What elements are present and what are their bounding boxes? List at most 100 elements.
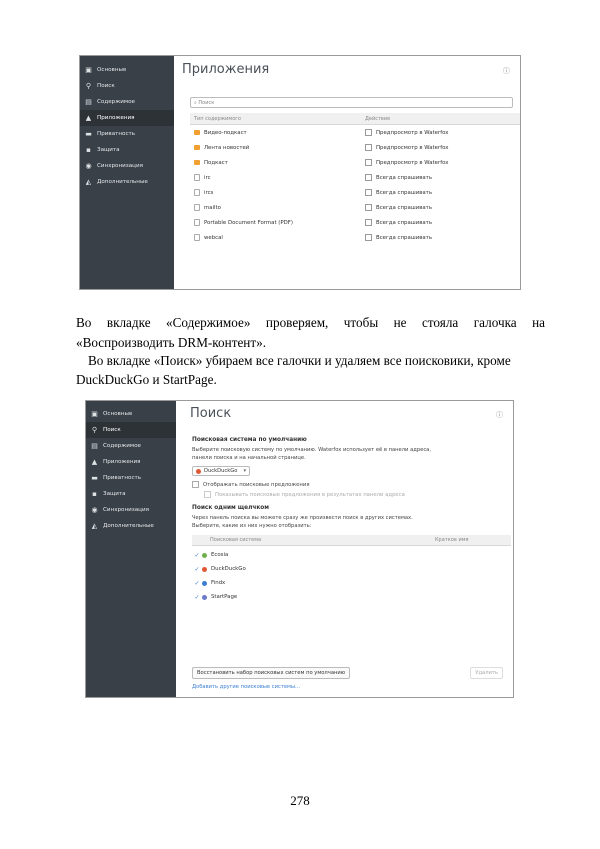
engines-table: Поисковая система Краткое имя ✓ Ecosia ✓ Du… xyxy=(192,535,511,604)
sidebar-item-4[interactable]: ▲ Приложения xyxy=(86,454,176,470)
check-icon[interactable]: ✓ xyxy=(192,566,202,573)
row-action[interactable]: Предпросмотр в Waterfox xyxy=(361,159,448,166)
remove-button[interactable]: Удалить xyxy=(470,667,503,679)
sidebar-item-2[interactable]: ⚲ Поиск xyxy=(86,422,176,438)
suggest-label: Отображать поисковые предложения xyxy=(203,481,310,488)
suggest-sub-checkbox[interactable] xyxy=(204,491,211,498)
suggest-checkbox[interactable] xyxy=(192,481,199,488)
check-icon[interactable]: ✓ xyxy=(192,594,202,601)
home-icon: ▣ xyxy=(85,65,92,74)
row-action-label: Предпросмотр в Waterfox xyxy=(376,129,449,136)
sidebar-item-3[interactable]: ▤ Содержимое xyxy=(86,438,176,454)
engine-row[interactable]: ✓ DuckDuckGo xyxy=(192,562,511,576)
table-row[interactable]: Видео-подкаст Предпросмотр в Waterfox xyxy=(190,125,520,140)
row-action[interactable]: Предпросмотр в Waterfox xyxy=(361,144,448,151)
row-action[interactable]: Всегда спрашивать xyxy=(361,189,432,196)
row-type: webcal xyxy=(190,234,361,241)
lock-icon: ▪ xyxy=(86,145,91,154)
table-row[interactable]: mailto Всегда спрашивать xyxy=(190,200,520,215)
check-icon[interactable]: ✓ xyxy=(192,552,202,559)
sidebar-item-3[interactable]: ▤ Содержимое xyxy=(80,94,174,110)
main-panel: Приложения ⓘ ⌕ Поиск Тип содержимого Дей… xyxy=(174,56,520,289)
sidebar-item-4[interactable]: ▲ Приложения xyxy=(80,110,174,126)
default-engine-dropdown[interactable]: DuckDuckGo ▾ xyxy=(192,466,251,476)
row-action[interactable]: Предпросмотр в Waterfox xyxy=(361,129,448,136)
suggest-sub-row[interactable]: Показывать поисковые предложения в резул… xyxy=(204,491,405,498)
check-icon[interactable]: ✓ xyxy=(192,580,202,587)
engine-row[interactable]: ✓ StartPage xyxy=(192,590,511,604)
engine-icon xyxy=(202,594,207,600)
engine-row[interactable]: ✓ Findx xyxy=(192,576,511,590)
table-row[interactable]: ircs Всегда спрашивать xyxy=(190,185,520,200)
sidebar-item-label: Приложения xyxy=(103,459,141,465)
sync-icon: ◉ xyxy=(85,161,92,170)
file-icon xyxy=(194,189,200,196)
sidebar-item-5[interactable]: ▬ Приватность xyxy=(80,126,174,142)
screenshot-search: ▣ Основные ⚲ Поиск ▤ Содержимое ▲ Приложения ▬ Пр… xyxy=(85,400,514,698)
sidebar-item-label: Защита xyxy=(103,491,126,497)
table-row[interactable]: Portable Document Format (PDF) Всегда спр… xyxy=(190,215,520,230)
row-action[interactable]: Всегда спрашивать xyxy=(361,219,432,226)
sidebar-item-label: Синхронизация xyxy=(103,507,149,513)
help-icon[interactable]: ⓘ xyxy=(503,66,510,76)
feed-icon xyxy=(194,160,200,165)
feed-icon xyxy=(194,130,200,135)
sidebar-item-8[interactable]: ◭ Дополнительные xyxy=(86,518,176,534)
sidebar-item-2[interactable]: ⚲ Поиск xyxy=(80,78,174,94)
sidebar-item-7[interactable]: ◉ Синхронизация xyxy=(86,502,176,518)
action-icon xyxy=(365,129,372,136)
table-row[interactable]: webcal Всегда спрашивать xyxy=(190,230,520,245)
add-engines-link[interactable]: Добавить другие поисковые системы... xyxy=(192,684,300,690)
screenshot-applications: ▣ Основные ⚲ Поиск ▤ Содержимое ▲ Приложения ▬ Пр… xyxy=(79,55,521,290)
row-action-label: Всегда спрашивать xyxy=(376,174,433,181)
row-action[interactable]: Всегда спрашивать xyxy=(361,204,432,211)
engine-name: Ecosia xyxy=(211,552,229,558)
engine-row[interactable]: ✓ Ecosia xyxy=(192,548,511,562)
sidebar-item-label: Поиск xyxy=(97,83,115,89)
row-type: Видео-подкаст xyxy=(190,130,361,136)
row-type: ircs xyxy=(190,189,361,196)
help-icon[interactable]: ⓘ xyxy=(496,410,503,420)
page-number: 278 xyxy=(290,793,310,808)
sidebar-item-5[interactable]: ▬ Приватность xyxy=(86,470,176,486)
chevron-down-icon: ▾ xyxy=(243,468,247,474)
sidebar-item-6[interactable]: ▪ Защита xyxy=(86,486,176,502)
sidebar-item-8[interactable]: ◭ Дополнительные xyxy=(80,174,174,190)
row-action[interactable]: Всегда спрашивать xyxy=(361,234,432,241)
sidebar-item-label: Основные xyxy=(103,411,133,417)
row-action-label: Всегда спрашивать xyxy=(376,189,433,196)
row-action[interactable]: Всегда спрашивать xyxy=(361,174,432,181)
file-icon xyxy=(194,204,200,211)
suggest-sub-label: Показывать поисковые предложения в резул… xyxy=(215,491,405,498)
sidebar-item-1[interactable]: ▣ Основные xyxy=(86,406,176,422)
row-type-label: Лента новостей xyxy=(204,144,250,151)
sidebar-item-label: Дополнительные xyxy=(103,523,154,529)
action-icon xyxy=(365,144,372,151)
page-title: Приложения xyxy=(182,62,270,77)
suggest-checkbox-row[interactable]: Отображать поисковые предложения xyxy=(192,481,310,488)
sidebar-item-6[interactable]: ▪ Защита xyxy=(80,142,174,158)
sidebar-item-label: Основные xyxy=(97,67,127,73)
wizard-icon: ◭ xyxy=(85,177,92,186)
search-input[interactable]: ⌕ Поиск xyxy=(190,97,513,108)
lock-icon: ▪ xyxy=(92,489,97,498)
default-engine-desc-2: панели поиска и на начальной странице. xyxy=(192,455,306,461)
table-row[interactable]: irc Всегда спрашивать xyxy=(190,170,520,185)
sidebar-item-7[interactable]: ◉ Синхронизация xyxy=(80,158,174,174)
column-header-keyword[interactable]: Краткое имя xyxy=(435,537,468,543)
sidebar-item-label: Защита xyxy=(97,147,120,153)
sidebar-item-1[interactable]: ▣ Основные xyxy=(80,62,174,78)
row-action-label: Всегда спрашивать xyxy=(376,219,433,226)
column-header-type[interactable]: Тип содержимого xyxy=(190,116,361,122)
default-engine-value: DuckDuckGo xyxy=(204,468,238,474)
engine-icon xyxy=(202,580,207,586)
column-header-action[interactable]: Действие xyxy=(361,116,390,122)
table-header: Тип содержимого Действие xyxy=(190,113,520,125)
applications-table: Тип содержимого Действие Видео-подкаст Пр… xyxy=(190,113,520,245)
table-row[interactable]: Лента новостей Предпросмотр в Waterfox xyxy=(190,140,520,155)
table-row[interactable]: Подкаст Предпросмотр в Waterfox xyxy=(190,155,520,170)
column-header-engine[interactable]: Поисковая система xyxy=(192,537,435,543)
action-icon xyxy=(365,234,372,241)
row-action-label: Всегда спрашивать xyxy=(376,234,433,241)
restore-defaults-button[interactable]: Восстановить набор поисковых систем по у… xyxy=(192,667,351,679)
